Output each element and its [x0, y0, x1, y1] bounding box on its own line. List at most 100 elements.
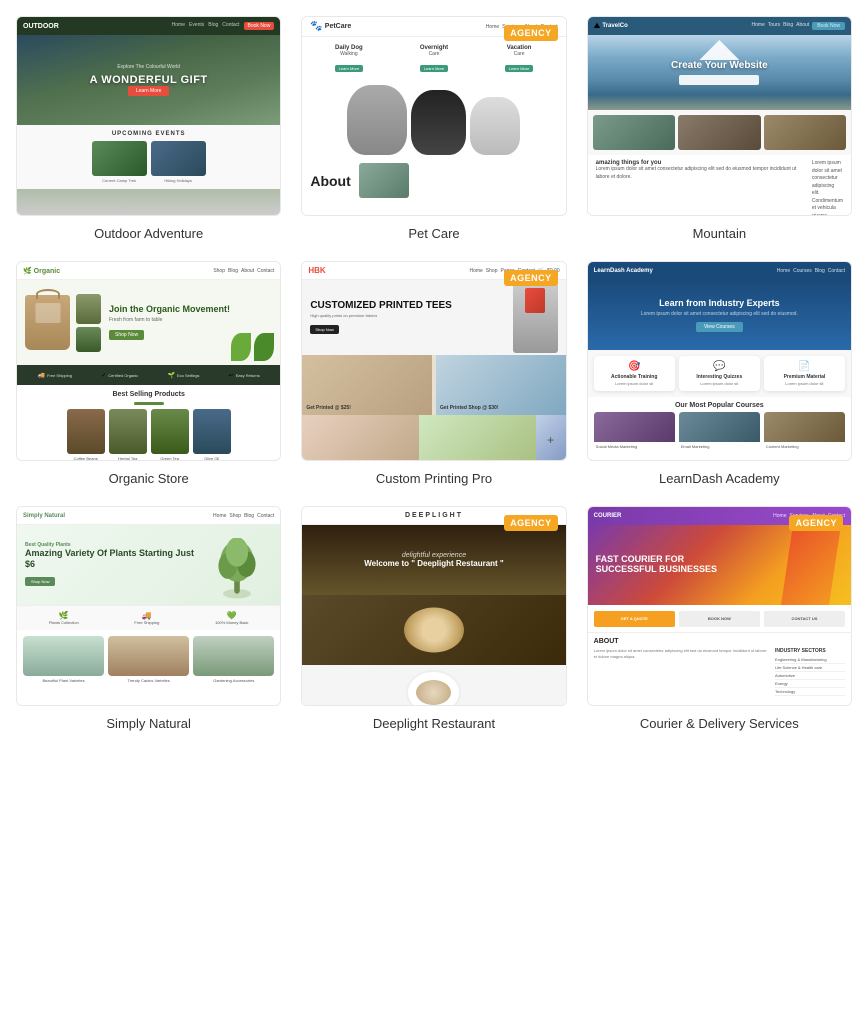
printing-hero-cta[interactable]: Shop Now [310, 325, 338, 334]
outdoor-hero: Explore The Colourful World A WONDERFUL … [17, 35, 280, 125]
card-simply-natural[interactable]: Simply Natural Home Shop Blog Contact Be… [16, 506, 281, 731]
simply-product-img-3 [193, 636, 274, 676]
courier-industry-list: Engineering & Manufacturing Life Science… [775, 656, 845, 696]
card-organic-store[interactable]: 🌿 Organic Shop Blog About Contact [16, 261, 281, 486]
courier-about-title: ABOUT [594, 638, 845, 645]
organic-feature-2: ✓ Certified Organic [101, 372, 138, 379]
organic-hero-cta[interactable]: Shop Now [109, 330, 144, 340]
printing-promo-section: Get Printed @ $25! Get Printed Shop @ $3… [302, 355, 565, 415]
outdoor-nav: Home Events Blog Contact Book Now [172, 22, 275, 30]
agency-badge-deeplight: AGENCY [504, 515, 558, 531]
outdoor-event-img-1 [92, 141, 147, 176]
printing-hero-sub: High quality prints on premium fabrics [310, 313, 504, 318]
mountain-description: amazing things for you Lorem ipsum dolor… [588, 155, 851, 216]
courier-book-btn[interactable]: BOOK NOW [679, 611, 760, 627]
card-courier[interactable]: AGENCY COURIER Home Services About Conta… [587, 506, 852, 731]
plants-icon: 🌿 [49, 611, 79, 620]
learndash-courses-title: Our Most Popular Courses [588, 397, 851, 412]
simply-hero-cta[interactable]: Shop Now [25, 577, 55, 586]
card-learndash[interactable]: LearnDash Academy Home Courses Blog Cont… [587, 261, 852, 486]
card-label-simply: Simply Natural [106, 716, 191, 731]
courier-container: COURIER Home Services About Contact FAST… [588, 507, 851, 705]
courier-hero-shape [781, 525, 841, 605]
card-preview-learndash: LearnDash Academy Home Courses Blog Cont… [587, 261, 852, 461]
learndash-feature-2: 💬 Interesting Quizzes Lorem ipsum dolor … [679, 356, 760, 391]
card-custom-printing[interactable]: AGENCY HBK Home Shop Pages Contact 🛒 $0.… [301, 261, 566, 486]
outdoor-cta-button[interactable]: Learn More [128, 86, 170, 96]
card-preview-simply: Simply Natural Home Shop Blog Contact Be… [16, 506, 281, 706]
outdoor-event-caption-1: Current Camp Trek [92, 178, 147, 183]
printing-extra-img-2 [419, 415, 536, 461]
organic-product-small-1 [76, 294, 101, 324]
card-label-deeplight: Deeplight Restaurant [373, 716, 495, 731]
simply-plant-image [202, 528, 272, 603]
outdoor-event-img-2 [151, 141, 206, 176]
organic-divider [134, 402, 164, 405]
card-label-courier: Courier & Delivery Services [640, 716, 799, 731]
deeplight-food-content [404, 608, 464, 653]
printing-promo-text-1: Get Printed @ $25! [306, 405, 351, 411]
simply-hero: Best Quality Plants Amazing Variety Of P… [17, 525, 280, 605]
organic-feature-3: 🌱 Eco Settings [167, 372, 199, 379]
mountain-search-input[interactable] [679, 75, 759, 85]
learndash-course-3: Content Marketing [764, 412, 845, 451]
eco-icon: 🌱 [167, 372, 174, 379]
courier-industry-item-4: Energy [775, 680, 845, 688]
deeplight-script-text: delightful experience [364, 552, 503, 559]
simply-nav: Home Shop Blog Contact [213, 513, 274, 519]
card-preview-outdoor: OUTDOOR Home Events Blog Contact Book No… [16, 16, 281, 216]
mountain-container: ⛰ TravelCo Home Tours Blog About Book No… [588, 17, 851, 215]
learndash-logo: LearnDash Academy [594, 268, 653, 274]
card-deeplight[interactable]: AGENCY DEEPLIGHT delightful experience W… [301, 506, 566, 731]
organic-container: 🌿 Organic Shop Blog About Contact [17, 262, 280, 460]
organic-feature-1: 🚚 Free Shipping [38, 372, 72, 379]
organic-product-small-2 [76, 327, 101, 352]
mountain-nav-cta[interactable]: Book Now [812, 22, 845, 30]
courier-contact-btn[interactable]: CONTACT US [764, 611, 845, 627]
courier-about-section: ABOUT Lorem ipsum dolor sit amet consect… [588, 633, 851, 701]
organic-products-title: Best Selling Products [23, 391, 274, 398]
learndash-feature-desc-1: Lorem ipsum dolor sit [599, 381, 670, 386]
dog-2 [411, 90, 466, 155]
organic-product-2: Herbal Tea [109, 409, 147, 461]
learndash-course-img-3 [764, 412, 845, 442]
petcare-about-text: About [310, 173, 350, 189]
material-icon: 📄 [769, 361, 840, 372]
learndash-courses: Social Media Marketing Email Marketing C… [588, 412, 851, 457]
printing-container: HBK Home Shop Pages Contact 🛒 $0.00 CUST… [302, 262, 565, 460]
courier-industry-item-1: Engineering & Manufacturing [775, 656, 845, 664]
petcare-service-1: Daily Dog Walking Learn More [335, 45, 363, 75]
card-preview-organic: 🌿 Organic Shop Blog About Contact [16, 261, 281, 461]
learndash-course-1: Social Media Marketing [594, 412, 675, 451]
simply-logo: Simply Natural [23, 513, 65, 519]
courier-industry-item-3: Automotive [775, 672, 845, 680]
learndash-feature-desc-2: Lorem ipsum dolor sit [684, 381, 755, 386]
card-outdoor-adventure[interactable]: OUTDOOR Home Events Blog Contact Book No… [16, 16, 281, 241]
outdoor-event-1: Current Camp Trek [92, 141, 147, 183]
card-preview-printing: AGENCY HBK Home Shop Pages Contact 🛒 $0.… [301, 261, 566, 461]
card-mountain[interactable]: ⛰ TravelCo Home Tours Blog About Book No… [587, 16, 852, 241]
courier-get-quote-btn[interactable]: GET A QUOTE [594, 611, 675, 627]
learndash-course-name-3: Content Marketing [764, 442, 845, 451]
organic-product-4: Olive Oil [193, 409, 231, 461]
card-label-outdoor: Outdoor Adventure [94, 226, 203, 241]
mountain-nav: Home Tours Blog About Book Now [752, 22, 845, 30]
simply-feature-2: 🚚 Free Shipping [134, 611, 159, 625]
courier-about-content: Lorem ipsum dolor sit amet consectetur a… [594, 648, 845, 696]
mountain-service-img-3 [764, 115, 846, 150]
petcare-logo-text: PetCare [325, 23, 351, 30]
organic-product-img-1 [67, 409, 105, 454]
outdoor-event-2: Hiking Holidays [151, 141, 206, 183]
card-pet-care[interactable]: AGENCY 🐾 PetCare Home Services About Con… [301, 16, 566, 241]
simply-product-img-2 [108, 636, 189, 676]
petcare-container: 🐾 PetCare Home Services About Contact Da… [302, 17, 565, 215]
organic-products-grid: Coffee Beans Herbal Tea Green Tea O [23, 409, 274, 461]
mountain-service-img-1 [593, 115, 675, 150]
money-icon: 💚 [215, 611, 248, 620]
shipping-icon: 🚚 [134, 611, 159, 620]
card-label-mountain: Mountain [693, 226, 746, 241]
deeplight-plate-food [416, 680, 451, 705]
dog-3 [470, 97, 520, 155]
learndash-hero-cta[interactable]: View Courses [696, 322, 743, 332]
courier-logo: COURIER [594, 513, 622, 519]
